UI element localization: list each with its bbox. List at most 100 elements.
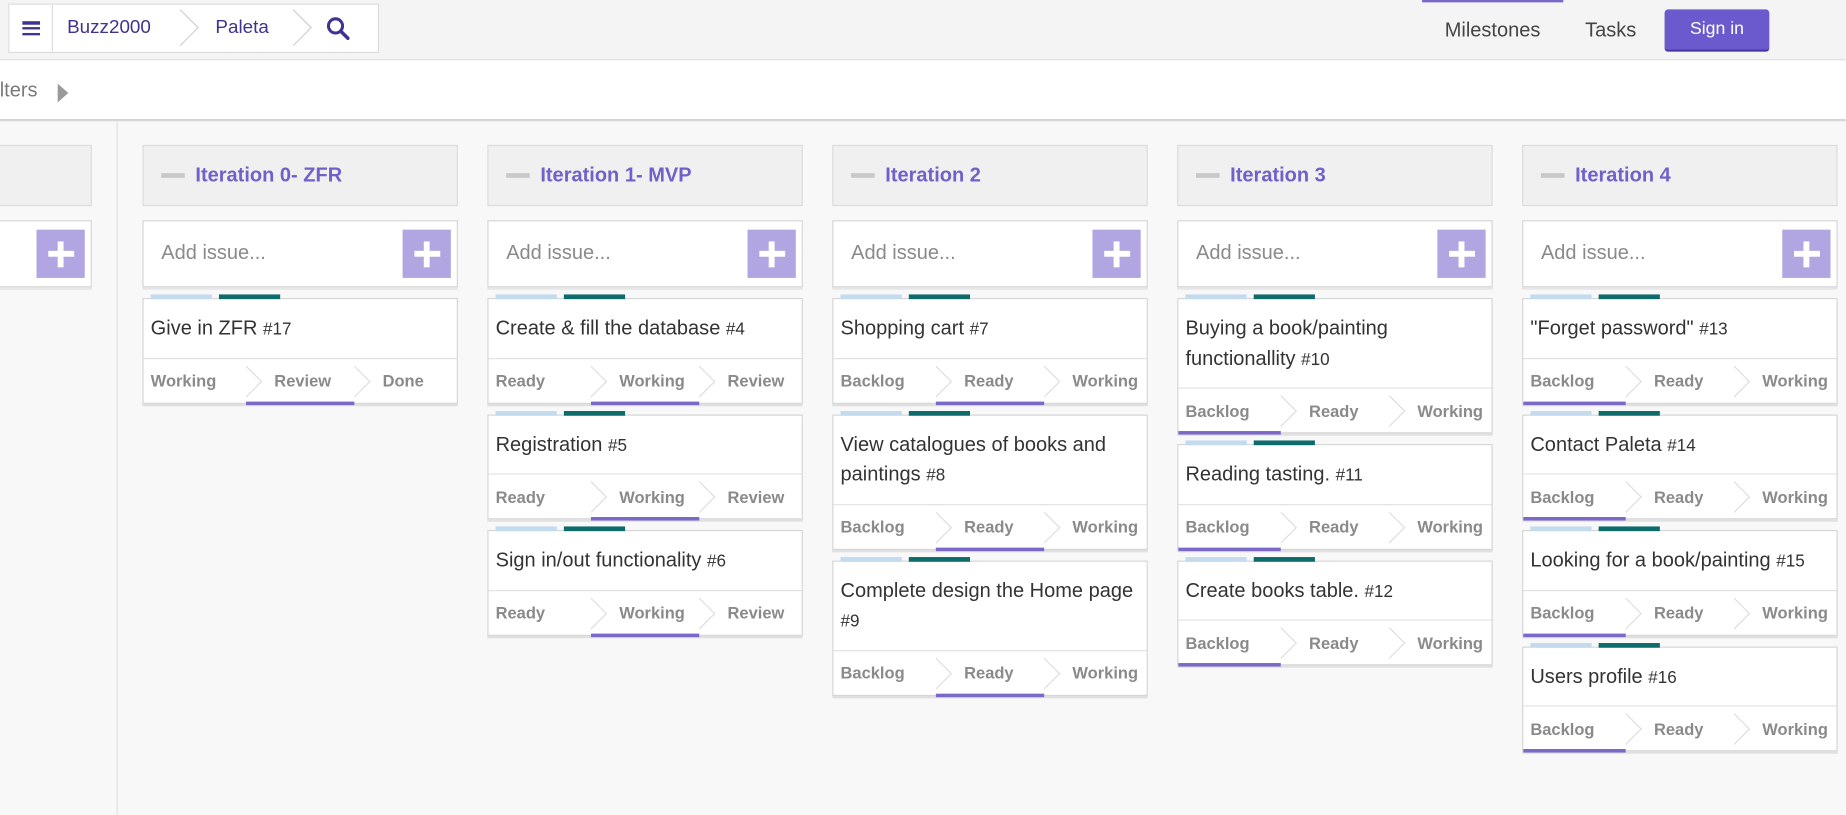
issue-card[interactable]: View catalogues of books and paintings #… — [832, 410, 1149, 551]
add-issue-input[interactable]: Add issue... — [1541, 241, 1646, 265]
column-header[interactable]: Iteration 3 — [1177, 144, 1493, 207]
add-issue-input[interactable]: Add issue... — [161, 241, 266, 265]
status-step[interactable]: Review — [699, 359, 804, 403]
column-title[interactable]: Iteration 4 — [1575, 164, 1671, 188]
status-step[interactable]: Ready — [489, 359, 591, 403]
collapse-icon[interactable] — [851, 173, 875, 178]
issue-card[interactable]: Give in ZFR #17 Working Review Done — [142, 294, 459, 405]
column-title[interactable]: Iteration 1- MVP — [540, 164, 691, 188]
status-step[interactable]: Backlog — [833, 359, 935, 403]
issue-title[interactable]: Sign in/out functionality #6 — [489, 531, 802, 589]
collapse-icon[interactable] — [161, 173, 185, 178]
collapse-icon[interactable] — [506, 173, 530, 178]
status-step[interactable]: Working — [1044, 359, 1149, 403]
issue-title[interactable]: Create books table. #12 — [1178, 561, 1491, 619]
column-header[interactable]: Iteration 1- MVP — [487, 144, 803, 207]
collapse-icon[interactable] — [1196, 173, 1220, 178]
nav-milestones[interactable]: Milestones — [1422, 0, 1562, 60]
add-issue-button[interactable] — [747, 229, 796, 278]
status-step[interactable]: Review — [699, 591, 804, 635]
status-step[interactable]: Working — [1044, 651, 1149, 695]
status-step[interactable]: Working — [1389, 389, 1494, 433]
status-step[interactable]: Ready — [1626, 591, 1734, 635]
collapse-icon[interactable] — [1540, 173, 1565, 178]
column-title[interactable]: Iteration 0- ZFR — [195, 164, 342, 188]
status-step[interactable]: Working — [591, 475, 699, 519]
issue-title[interactable]: View catalogues of books and paintings #… — [833, 415, 1146, 503]
status-step[interactable]: Working — [591, 591, 699, 635]
menu-button[interactable] — [9, 4, 53, 52]
status-step[interactable]: Ready — [1626, 359, 1734, 403]
status-step[interactable]: Working — [1734, 359, 1839, 403]
status-step[interactable]: Backlog — [1523, 475, 1625, 519]
caret-right-icon[interactable] — [57, 83, 69, 103]
issue-card[interactable]: Complete design the Home page #9 Backlog R… — [832, 556, 1149, 697]
issue-title[interactable]: Buying a book/painting functionallity #1… — [1178, 299, 1491, 387]
issue-card[interactable]: Create & fill the database #4 Ready Workin… — [487, 294, 804, 405]
issue-title[interactable]: Registration #5 — [489, 415, 802, 473]
column-header[interactable]: Iteration 2 — [832, 144, 1148, 207]
column-header[interactable]: Iteration 0- ZFR — [142, 144, 458, 207]
column-title[interactable]: Iteration 3 — [1230, 164, 1326, 188]
status-step[interactable]: Working — [1734, 475, 1839, 519]
add-issue-button[interactable] — [1437, 229, 1486, 278]
status-step[interactable]: Working — [1734, 707, 1839, 751]
status-step[interactable]: Working — [1389, 621, 1494, 665]
issue-card[interactable]: Users profile #16 Backlog Ready Working — [1522, 642, 1839, 753]
status-step[interactable]: Backlog — [1178, 505, 1280, 549]
issue-title[interactable]: Create & fill the database #4 — [489, 299, 802, 357]
issue-card[interactable]: Reading tasting. #11 Backlog Ready Working — [1177, 440, 1494, 551]
issue-title[interactable]: Complete design the Home page #9 — [833, 561, 1146, 649]
sign-in-button[interactable]: Sign in — [1664, 8, 1770, 52]
add-issue-button[interactable] — [36, 229, 85, 278]
status-step[interactable]: Ready — [1626, 707, 1734, 751]
status-step[interactable]: Ready — [1281, 621, 1389, 665]
status-step[interactable]: Ready — [1281, 505, 1389, 549]
status-step[interactable]: Backlog — [833, 505, 935, 549]
add-issue-input[interactable]: Add issue... — [1196, 241, 1301, 265]
add-issue-button[interactable] — [1782, 229, 1831, 278]
status-step[interactable]: Done — [354, 359, 459, 403]
issue-title[interactable]: Users profile #16 — [1523, 647, 1836, 705]
column-header[interactable]: Iteration 4 — [1522, 144, 1838, 207]
status-step[interactable]: Working — [144, 359, 246, 403]
status-step[interactable]: Working — [1389, 505, 1494, 549]
issue-title[interactable]: Looking for a book/painting #15 — [1523, 531, 1836, 589]
issue-card[interactable]: Registration #5 Ready Working Review — [487, 410, 804, 521]
status-step[interactable]: Working — [591, 359, 699, 403]
status-step[interactable]: Ready — [1626, 475, 1734, 519]
status-step[interactable]: Ready — [936, 651, 1044, 695]
add-issue-input[interactable]: Add issue... — [506, 241, 611, 265]
nav-tasks[interactable]: Tasks — [1563, 0, 1659, 60]
issue-card[interactable]: Contact Paleta #14 Backlog Ready Working — [1522, 410, 1839, 521]
issue-title[interactable]: Contact Paleta #14 — [1523, 415, 1836, 473]
issue-card[interactable]: Create books table. #12 Backlog Ready Worki… — [1177, 556, 1494, 667]
status-step[interactable]: Backlog — [1523, 707, 1625, 751]
breadcrumb-project-group[interactable]: Buzz2000 — [53, 5, 182, 52]
status-step[interactable]: Review — [699, 475, 804, 519]
issue-title[interactable]: "Forget password" #13 — [1523, 299, 1836, 357]
issue-title[interactable]: Give in ZFR #17 — [144, 299, 457, 357]
issue-card[interactable]: Looking for a book/painting #15 Backlog Re… — [1522, 526, 1839, 637]
status-step[interactable]: Working — [1734, 591, 1839, 635]
issue-card[interactable]: Sign in/out functionality #6 Ready Working… — [487, 526, 804, 637]
column-title[interactable]: Iteration 2 — [885, 164, 981, 188]
status-step[interactable]: Backlog — [833, 651, 935, 695]
status-step[interactable]: Backlog — [1523, 359, 1625, 403]
status-step[interactable]: Review — [246, 359, 354, 403]
issue-card[interactable]: "Forget password" #13 Backlog Ready Working — [1522, 294, 1839, 405]
status-step[interactable]: Backlog — [1178, 621, 1280, 665]
filters-toggle-label[interactable]: ilters — [0, 79, 38, 103]
issue-card[interactable]: Shopping cart #7 Backlog Ready Working — [832, 294, 1149, 405]
status-step[interactable]: Working — [1044, 505, 1149, 549]
add-issue-input[interactable]: Add issue... — [851, 241, 956, 265]
status-step[interactable]: Backlog — [1523, 591, 1625, 635]
add-issue-button[interactable] — [402, 229, 451, 278]
issue-card[interactable]: Buying a book/painting functionallity #1… — [1177, 294, 1494, 435]
status-step[interactable]: Ready — [489, 591, 591, 635]
issue-title[interactable]: Shopping cart #7 — [833, 299, 1146, 357]
issue-title[interactable]: Reading tasting. #11 — [1178, 445, 1491, 503]
status-step[interactable]: Ready — [936, 505, 1044, 549]
status-step[interactable]: Ready — [1281, 389, 1389, 433]
status-step[interactable]: Ready — [936, 359, 1044, 403]
